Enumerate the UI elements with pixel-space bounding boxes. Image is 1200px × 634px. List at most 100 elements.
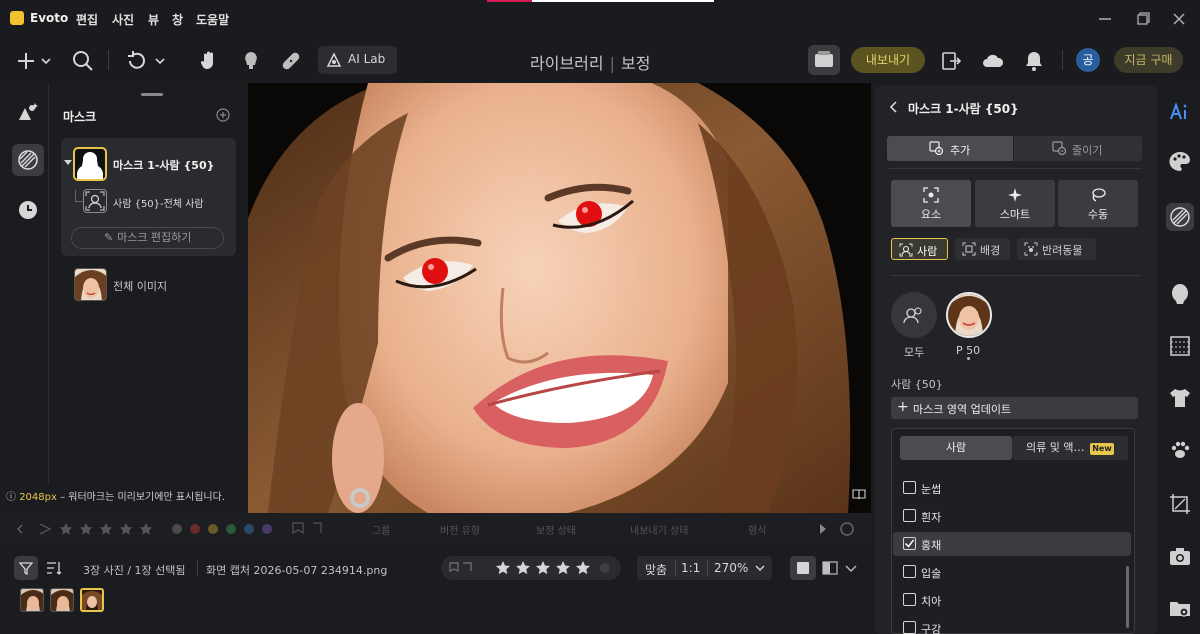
menu-edit[interactable]: 편집 (76, 11, 98, 28)
category-person[interactable]: 사람 (891, 238, 948, 260)
background-pattern-icon[interactable] (1166, 332, 1194, 360)
menu-view[interactable]: 뷰 (148, 11, 159, 28)
edit-mask-label: 마스크 편집하기 (117, 231, 192, 244)
search-icon[interactable] (70, 48, 96, 74)
mode-manual-button[interactable]: 수동 (1058, 180, 1138, 227)
chevron-down-icon[interactable] (753, 560, 767, 576)
checkbox[interactable] (903, 481, 916, 494)
face-icon[interactable] (1166, 280, 1194, 308)
menu-photo[interactable]: 사진 (112, 11, 134, 28)
compare-view-icon[interactable] (820, 558, 840, 578)
mode-library[interactable]: 라이브러리 (530, 54, 604, 73)
sort-icon[interactable] (44, 558, 64, 578)
hand-icon[interactable] (196, 48, 222, 74)
one-to-one-button[interactable]: 1:1 (681, 561, 700, 575)
collapse-triangle-icon[interactable] (64, 159, 72, 167)
filmstrip-thumb-2[interactable] (50, 588, 74, 612)
chevron-down-icon[interactable] (38, 48, 54, 74)
chevron-down-icon[interactable] (843, 560, 859, 576)
mode-element-button[interactable]: 요소 (891, 180, 971, 227)
avatar[interactable]: 공 (1076, 48, 1100, 72)
full-image-thumbnail[interactable] (74, 268, 107, 301)
update-mask-button[interactable]: + 마스크 영역 업데이트 (891, 397, 1138, 419)
bell-icon[interactable] (1021, 48, 1047, 74)
mode-edit[interactable]: 보정 (621, 54, 650, 73)
menu-help[interactable]: 도움말 (196, 11, 229, 28)
dropdown-tab-person[interactable]: 사람 (900, 436, 1012, 460)
tab-add[interactable]: 추가 (887, 136, 1013, 161)
rail-mask-icon[interactable] (12, 144, 44, 176)
single-view-icon[interactable] (790, 556, 816, 580)
rotate-icon[interactable] (124, 48, 150, 74)
crop-icon[interactable] (1166, 490, 1194, 518)
close-icon[interactable] (1170, 10, 1188, 28)
history-icon[interactable] (12, 194, 44, 226)
minimize-icon[interactable] (1096, 10, 1114, 28)
person-p50-thumbnail[interactable] (946, 292, 992, 338)
mask-icon[interactable] (1166, 203, 1194, 231)
category-background[interactable]: 배경 (955, 238, 1010, 260)
export-panel-icon[interactable] (938, 48, 964, 74)
chevron-down-icon[interactable] (152, 48, 168, 74)
select-all-people[interactable] (891, 292, 937, 338)
dropdown-item-eyebrows[interactable]: 눈썹 (893, 476, 1131, 500)
lasso-icon (1089, 186, 1107, 204)
book-icon[interactable] (852, 487, 866, 501)
filter-group[interactable]: 그룹 (372, 522, 390, 537)
checkbox[interactable] (903, 565, 916, 578)
filmstrip-thumb-3-selected[interactable] (80, 588, 104, 612)
maximize-icon[interactable] (1134, 10, 1152, 28)
add-icon[interactable] (14, 48, 40, 74)
mannequin-icon[interactable] (238, 48, 264, 74)
filter-bar: 그룹 버전 유형 보정 상태 내보내기 상태 형식 (0, 513, 870, 545)
dropdown-item-teeth[interactable]: 치아 (893, 588, 1131, 612)
menu-window[interactable]: 창 (172, 11, 183, 28)
mask-sub-item[interactable]: 사람 {50}-전체 사람 (113, 195, 204, 210)
zoom-value[interactable]: 270% (714, 561, 748, 575)
photo-count: 3장 사진 / 1장 선택됨 (83, 564, 186, 577)
zoom-control[interactable]: 맞춤 1:1 270% (637, 556, 772, 580)
tab-subtract-label: 줄이기 (1072, 144, 1103, 157)
add-mask-icon[interactable] (216, 108, 230, 122)
ai-lab-button[interactable]: AI Lab (318, 46, 397, 74)
folder-view-icon[interactable] (1166, 594, 1194, 622)
clothing-icon[interactable] (1166, 384, 1194, 412)
filmstrip-thumb-1[interactable] (20, 588, 44, 612)
tab-subtract[interactable]: 줄이기 (1014, 136, 1142, 161)
photo-canvas[interactable] (248, 83, 871, 513)
category-pet[interactable]: 반려동물 (1017, 238, 1096, 260)
edit-mask-button[interactable]: ✎ 마스크 편집하기 (71, 227, 224, 249)
checkbox-checked[interactable] (903, 537, 916, 550)
paw-icon[interactable] (1166, 436, 1194, 464)
back-chevron-icon[interactable] (888, 100, 900, 114)
filter-icon[interactable] (14, 556, 38, 580)
cloud-icon[interactable] (980, 48, 1006, 74)
rating-control[interactable] (441, 556, 621, 580)
filter-edit-status[interactable]: 보정 상태 (536, 522, 576, 537)
rail-person-tool[interactable] (12, 96, 44, 128)
export-button[interactable]: 내보내기 (851, 47, 925, 73)
dropdown-item-eye-white[interactable]: 흰자 (893, 504, 1131, 528)
batch-cloud-button[interactable] (808, 45, 840, 75)
camera-icon[interactable] (1166, 542, 1194, 570)
plus-icon: + (897, 399, 909, 415)
dropdown-item-iris[interactable]: 홍채 (893, 532, 1131, 556)
panel-drag-handle[interactable] (141, 93, 163, 96)
buy-now-button[interactable]: 지금 구매 (1114, 47, 1183, 73)
filter-version[interactable]: 버전 유형 (440, 522, 480, 537)
filter-format[interactable]: 형식 (748, 522, 766, 537)
palette-icon[interactable] (1166, 148, 1194, 176)
dropdown-scrollbar[interactable] (1126, 566, 1129, 628)
checkbox[interactable] (903, 593, 916, 606)
bandage-icon[interactable] (278, 48, 304, 74)
dropdown-item-mouth[interactable]: 구강 (893, 616, 1131, 634)
item-label: 홍채 (921, 539, 942, 552)
mode-smart-button[interactable]: 스마트 (975, 180, 1055, 227)
filter-export-status[interactable]: 내보내기 상태 (630, 522, 688, 537)
full-image-label[interactable]: 전체 이미지 (113, 278, 167, 294)
checkbox[interactable] (903, 509, 916, 522)
ai-icon[interactable] (1166, 98, 1194, 126)
checkbox[interactable] (903, 621, 916, 634)
dropdown-item-lips[interactable]: 입술 (893, 560, 1131, 584)
fit-button[interactable]: 맞춤 (645, 561, 667, 578)
